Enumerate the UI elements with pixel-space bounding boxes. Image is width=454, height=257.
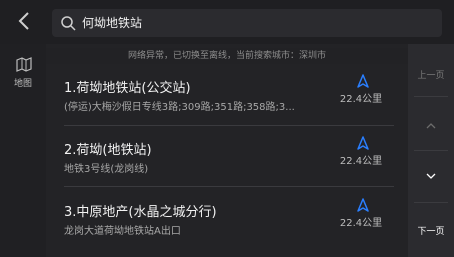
left-nav: 地图 <box>0 44 46 257</box>
result-subtitle: (停运)大梅沙假日专线3路;309路;351路;358路;3... <box>64 102 295 113</box>
back-button[interactable] <box>12 8 38 34</box>
result-subtitle: 龙岗大道荷坳地铁站A出口 <box>64 226 181 237</box>
navigate-icon[interactable] <box>356 74 370 88</box>
navigate-icon[interactable] <box>356 198 370 212</box>
result-item[interactable]: 1.荷坳地铁站(公交站) (停运)大梅沙假日专线3路;309路;351路;358… <box>56 66 400 122</box>
pager-divider <box>414 150 448 151</box>
result-subtitle: 地铁3号线(龙岗线) <box>64 164 149 175</box>
next-page-button[interactable]: 下一页 <box>408 224 454 237</box>
result-distance: 22.4公里 <box>339 156 383 167</box>
offline-notice: 网络异常，已切换至离线，当前搜索城市：深圳市 <box>46 48 408 64</box>
result-distance: 22.4公里 <box>339 94 383 105</box>
result-item[interactable]: 3.中原地产(水晶之城分行) 龙岗大道荷坳地铁站A出口 22.4公里 <box>56 190 400 246</box>
navigate-icon[interactable] <box>356 136 370 150</box>
pager-divider <box>414 202 448 203</box>
result-item[interactable]: 2.荷坳(地铁站) 地铁3号线(龙岗线) 22.4公里 <box>56 128 400 184</box>
map-icon <box>16 57 32 72</box>
pager-divider <box>414 96 448 97</box>
divider <box>64 125 394 126</box>
prev-page-button[interactable]: 上一页 <box>408 68 454 81</box>
result-distance: 22.4公里 <box>339 218 383 229</box>
search-input[interactable]: 何坳地铁站 <box>52 9 442 37</box>
map-label: 地图 <box>13 79 32 89</box>
result-title: 2.荷坳(地铁站) <box>64 143 152 158</box>
chevron-up-icon[interactable] <box>425 120 437 132</box>
result-title: 3.中原地产(水晶之城分行) <box>64 205 217 220</box>
search-query: 何坳地铁站 <box>82 16 143 30</box>
chevron-down-icon[interactable] <box>425 170 437 182</box>
pager-panel: 上一页 下一页 <box>408 44 454 257</box>
map-nav-button[interactable]: 地图 <box>0 44 46 94</box>
divider <box>64 186 394 187</box>
top-bar: 何坳地铁站 <box>0 0 454 44</box>
result-title: 1.荷坳地铁站(公交站) <box>64 81 191 96</box>
search-icon <box>61 16 76 31</box>
chevron-left-icon <box>18 12 29 30</box>
